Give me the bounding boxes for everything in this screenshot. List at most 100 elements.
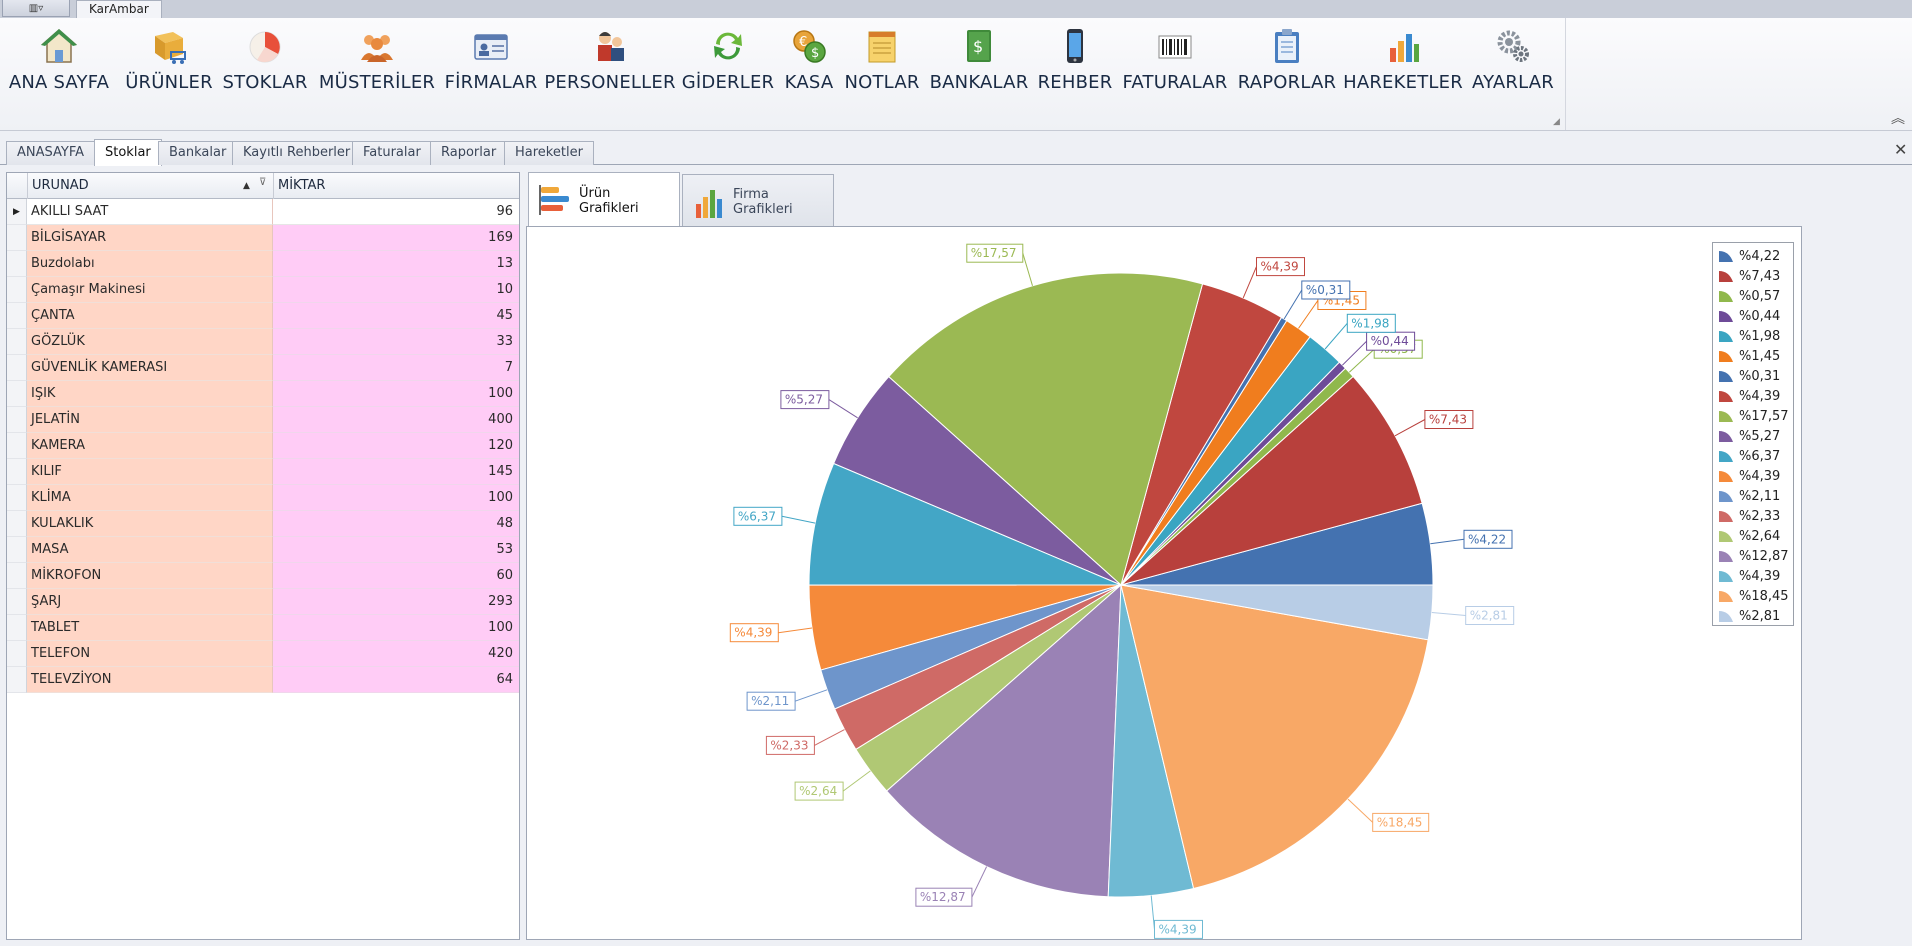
ribbon-button-musteriler[interactable]: MÜSTERİLER bbox=[318, 24, 436, 110]
ribbon-button-bankalar[interactable]: $ BANKALAR bbox=[930, 24, 1028, 110]
row-indicator[interactable] bbox=[7, 485, 27, 511]
ribbon-button-hareketler[interactable]: HAREKETLER bbox=[1343, 24, 1463, 110]
row-indicator[interactable] bbox=[7, 355, 27, 381]
cell-urunad[interactable]: JELATİN bbox=[27, 407, 273, 433]
table-row[interactable]: Buzdolabı 13 bbox=[7, 251, 519, 277]
cell-miktar[interactable]: 45 bbox=[273, 303, 519, 329]
cell-urunad[interactable]: KAMERA bbox=[27, 433, 273, 459]
cell-miktar[interactable]: 100 bbox=[273, 381, 519, 407]
tab-stoklar[interactable]: Stoklar bbox=[94, 139, 162, 166]
tab-urun-grafikleri[interactable]: Ürün Grafikleri bbox=[528, 172, 680, 228]
cell-urunad[interactable]: MASA bbox=[27, 537, 273, 563]
row-indicator[interactable] bbox=[7, 407, 27, 433]
ribbon-button-urunler[interactable]: ÜRÜNLER bbox=[125, 24, 213, 110]
cell-urunad[interactable]: TELEVZİYON bbox=[27, 667, 273, 693]
cell-urunad[interactable]: Çamaşır Makinesi bbox=[27, 277, 273, 303]
cell-urunad[interactable]: BİLGİSAYAR bbox=[27, 225, 273, 251]
row-indicator[interactable] bbox=[7, 511, 27, 537]
cell-miktar[interactable]: 33 bbox=[273, 329, 519, 355]
table-row[interactable]: MİKROFON 60 bbox=[7, 563, 519, 589]
cell-urunad[interactable]: GÖZLÜK bbox=[27, 329, 273, 355]
row-indicator[interactable] bbox=[7, 303, 27, 329]
table-row[interactable]: KULAKLIK 48 bbox=[7, 511, 519, 537]
cell-urunad[interactable]: TABLET bbox=[27, 615, 273, 641]
cell-urunad[interactable]: TELEFON bbox=[27, 641, 273, 667]
row-indicator[interactable] bbox=[7, 667, 27, 693]
ribbon-button-personeller[interactable]: PERSONELLER bbox=[544, 24, 675, 110]
table-row[interactable]: GÖZLÜK 33 bbox=[7, 329, 519, 355]
column-header-urunad[interactable]: URUNAD bbox=[27, 173, 273, 199]
app-menu-button[interactable]: ▥▿ bbox=[2, 0, 70, 17]
ribbon-button-kasa[interactable]: € $ KASA bbox=[784, 24, 834, 110]
cell-miktar[interactable]: 293 bbox=[273, 589, 519, 615]
cell-urunad[interactable]: MİKROFON bbox=[27, 563, 273, 589]
table-row[interactable]: MASA 53 bbox=[7, 537, 519, 563]
cell-miktar[interactable]: 100 bbox=[273, 485, 519, 511]
ribbon-button-rehber[interactable]: REHBER bbox=[1038, 24, 1112, 110]
cell-miktar[interactable]: 7 bbox=[273, 355, 519, 381]
table-row[interactable]: TELEVZİYON 64 bbox=[7, 667, 519, 693]
cell-miktar[interactable]: 96 bbox=[273, 199, 519, 225]
row-indicator[interactable] bbox=[7, 589, 27, 615]
ribbon-collapse-icon[interactable]: ︽ bbox=[1891, 108, 1905, 128]
table-row[interactable]: KILIF 145 bbox=[7, 459, 519, 485]
ribbon-launcher-icon[interactable]: ◢ bbox=[1553, 117, 1560, 127]
tab-anasayfa[interactable]: ANASAYFA bbox=[6, 141, 96, 165]
row-indicator[interactable] bbox=[7, 225, 27, 251]
table-row[interactable]: Çamaşır Makinesi 10 bbox=[7, 277, 519, 303]
cell-miktar[interactable]: 400 bbox=[273, 407, 519, 433]
ribbon-button-ayarlar[interactable]: AYARLAR bbox=[1470, 24, 1556, 110]
table-row[interactable]: KLİMA 100 bbox=[7, 485, 519, 511]
row-indicator[interactable]: ▶ bbox=[7, 199, 27, 225]
document-tab[interactable]: KarAmbar bbox=[76, 0, 162, 18]
cell-miktar[interactable]: 420 bbox=[273, 641, 519, 667]
cell-miktar[interactable]: 13 bbox=[273, 251, 519, 277]
row-indicator[interactable] bbox=[7, 381, 27, 407]
tab-kayitli-rehberler[interactable]: Kayıtlı Rehberler bbox=[232, 141, 362, 165]
table-row[interactable]: ÇANTA 45 bbox=[7, 303, 519, 329]
cell-miktar[interactable]: 10 bbox=[273, 277, 519, 303]
row-indicator[interactable] bbox=[7, 563, 27, 589]
ribbon-button-giderler[interactable]: GİDERLER bbox=[682, 24, 774, 110]
ribbon-button-firmalar[interactable]: FİRMALAR bbox=[445, 24, 537, 110]
cell-urunad[interactable]: ŞARJ bbox=[27, 589, 273, 615]
table-row[interactable]: ▶ AKILLI SAAT 96 bbox=[7, 199, 519, 225]
row-indicator[interactable] bbox=[7, 433, 27, 459]
row-indicator[interactable] bbox=[7, 277, 27, 303]
row-indicator[interactable] bbox=[7, 537, 27, 563]
cell-miktar[interactable]: 60 bbox=[273, 563, 519, 589]
stock-grid[interactable]: URUNAD MİKTAR ▲ ⊽ ▶ AKILLI SAAT 96 BİLGİSAY… bbox=[6, 172, 520, 940]
row-indicator[interactable] bbox=[7, 615, 27, 641]
ribbon-button-stoklar[interactable]: STOKLAR bbox=[222, 24, 308, 110]
table-row[interactable]: ŞARJ 293 bbox=[7, 589, 519, 615]
close-icon[interactable]: ✕ bbox=[1894, 140, 1907, 159]
tab-firma-grafikleri[interactable]: Firma Grafikleri bbox=[682, 174, 834, 228]
cell-miktar[interactable]: 100 bbox=[273, 615, 519, 641]
column-header-miktar[interactable]: MİKTAR bbox=[273, 173, 519, 199]
cell-urunad[interactable]: Buzdolabı bbox=[27, 251, 273, 277]
tab-bankalar[interactable]: Bankalar bbox=[158, 141, 238, 165]
cell-urunad[interactable]: AKILLI SAAT bbox=[27, 199, 273, 225]
cell-miktar[interactable]: 145 bbox=[273, 459, 519, 485]
row-indicator[interactable] bbox=[7, 329, 27, 355]
tab-faturalar[interactable]: Faturalar bbox=[352, 141, 432, 165]
cell-urunad[interactable]: IŞIK bbox=[27, 381, 273, 407]
cell-miktar[interactable]: 169 bbox=[273, 225, 519, 251]
ribbon-button-notlar[interactable]: NOTLAR bbox=[844, 24, 920, 110]
cell-urunad[interactable]: KILIF bbox=[27, 459, 273, 485]
table-row[interactable]: TELEFON 420 bbox=[7, 641, 519, 667]
row-indicator[interactable] bbox=[7, 251, 27, 277]
cell-urunad[interactable]: ÇANTA bbox=[27, 303, 273, 329]
cell-miktar[interactable]: 64 bbox=[273, 667, 519, 693]
tab-raporlar[interactable]: Raporlar bbox=[430, 141, 508, 165]
row-indicator[interactable] bbox=[7, 459, 27, 485]
row-indicator[interactable] bbox=[7, 641, 27, 667]
filter-icon[interactable]: ⊽ bbox=[259, 177, 266, 188]
sort-ascending-icon[interactable]: ▲ bbox=[243, 181, 250, 191]
table-row[interactable]: IŞIK 100 bbox=[7, 381, 519, 407]
cell-miktar[interactable]: 120 bbox=[273, 433, 519, 459]
table-row[interactable]: BİLGİSAYAR 169 bbox=[7, 225, 519, 251]
tab-hareketler[interactable]: Hareketler bbox=[504, 141, 594, 165]
table-row[interactable]: GÜVENLİK KAMERASI 7 bbox=[7, 355, 519, 381]
table-row[interactable]: JELATİN 400 bbox=[7, 407, 519, 433]
